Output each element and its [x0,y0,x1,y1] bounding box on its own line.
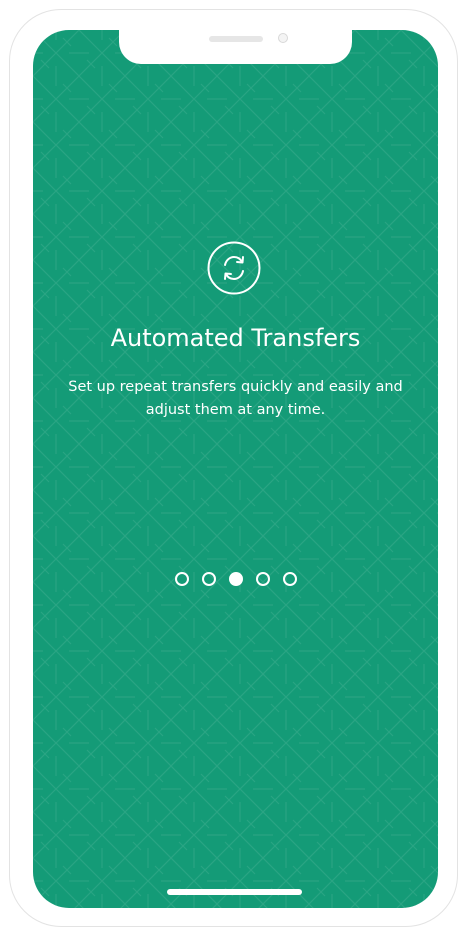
page-indicator [33,572,438,587]
page-dot[interactable] [201,572,216,586]
page-dot[interactable] [174,572,189,586]
home-indicator[interactable] [167,889,302,895]
onboarding-screen [33,30,438,908]
background-pattern [33,30,438,908]
repeat-transfer-icon [207,241,261,295]
front-camera [278,33,288,43]
page-dot-active[interactable] [228,572,243,586]
speaker-grille [209,36,263,42]
page-dot[interactable] [255,572,270,586]
onboarding-title: Automated Transfers [110,324,361,352]
page-dot[interactable] [282,572,297,586]
onboarding-description: Set up repeat transfers quickly and easi… [68,379,403,418]
